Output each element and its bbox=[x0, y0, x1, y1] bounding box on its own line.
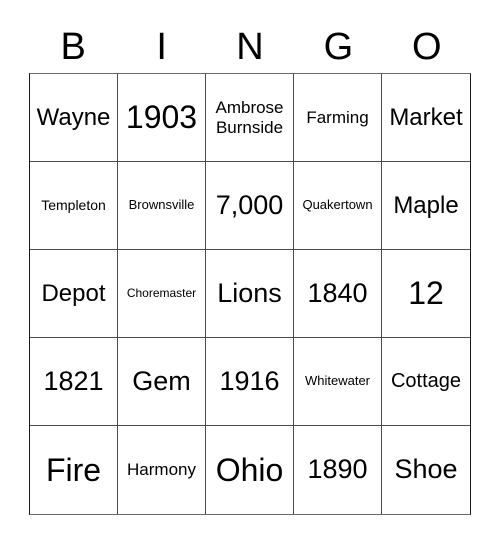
bingo-grid: Wayne 1903 Ambrose Burnside Farming Mark… bbox=[29, 73, 471, 515]
bingo-cell[interactable]: Wayne bbox=[30, 74, 118, 162]
bingo-cell[interactable]: Depot bbox=[30, 250, 118, 338]
bingo-cell[interactable]: 12 bbox=[382, 250, 470, 338]
bingo-cell[interactable]: 1903 bbox=[118, 74, 206, 162]
bingo-cell[interactable]: Harmony bbox=[118, 426, 206, 514]
bingo-cell[interactable]: Maple bbox=[382, 162, 470, 250]
header-letter-n: N bbox=[236, 26, 264, 68]
bingo-cell[interactable]: Lions bbox=[206, 250, 294, 338]
bingo-cell[interactable]: Ohio bbox=[206, 426, 294, 514]
header-letter-g: G bbox=[323, 26, 354, 68]
bingo-cell[interactable]: Shoe bbox=[382, 426, 470, 514]
bingo-cell[interactable]: 1821 bbox=[30, 338, 118, 426]
bingo-cell[interactable]: Choremaster bbox=[118, 250, 206, 338]
bingo-cell[interactable]: Ambrose Burnside bbox=[206, 74, 294, 162]
header-letter-b: B bbox=[60, 26, 86, 68]
bingo-header: B I N G O bbox=[29, 22, 471, 72]
bingo-cell[interactable]: Cottage bbox=[382, 338, 470, 426]
bingo-cell[interactable]: Fire bbox=[30, 426, 118, 514]
bingo-cell[interactable]: Templeton bbox=[30, 162, 118, 250]
bingo-cell[interactable]: 1890 bbox=[294, 426, 382, 514]
bingo-cell[interactable]: 1916 bbox=[206, 338, 294, 426]
header-letter-o: O bbox=[412, 26, 442, 68]
bingo-cell[interactable]: 7,000 bbox=[206, 162, 294, 250]
bingo-cell[interactable]: Gem bbox=[118, 338, 206, 426]
bingo-cell[interactable]: Whitewater bbox=[294, 338, 382, 426]
bingo-cell[interactable]: Quakertown bbox=[294, 162, 382, 250]
bingo-cell[interactable]: Market bbox=[382, 74, 470, 162]
bingo-cell[interactable]: Brownsville bbox=[118, 162, 206, 250]
bingo-cell[interactable]: 1840 bbox=[294, 250, 382, 338]
header-letter-i: I bbox=[156, 26, 167, 68]
bingo-cell[interactable]: Farming bbox=[294, 74, 382, 162]
